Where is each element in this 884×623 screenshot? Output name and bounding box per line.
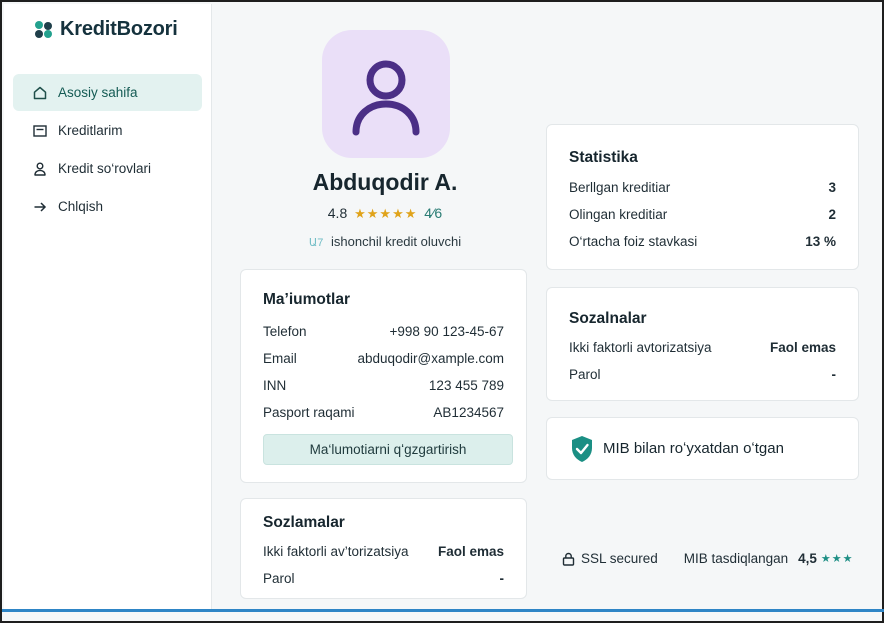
shield-check-icon: [572, 436, 592, 462]
ssl-label: SSL secured: [581, 551, 658, 566]
stats-label: O‘rtacha foiz stavkasi: [569, 234, 698, 249]
settings-value: Faol emas: [437, 544, 504, 559]
mib-score: 4,5: [798, 551, 817, 566]
settings-label: Parol: [569, 367, 601, 382]
settings-value: -: [831, 367, 837, 382]
info-row-passport: Pasport raqami AB1234567: [263, 405, 504, 420]
logo-icon: [35, 20, 53, 39]
sidebar-item-credits[interactable]: Kreditlarim: [13, 112, 202, 149]
info-card-title: Ma’iumotlar: [263, 291, 350, 308]
sidebar-item-label: Asosiy sahifa: [58, 85, 138, 100]
sidebar-nav: Asosiy sahifa Kreditlarim Kredit so‘rovl…: [13, 74, 202, 226]
info-card: Ma’iumotlar Telefon +998 90 123-45-67 Em…: [240, 269, 527, 483]
info-value: AB1234567: [433, 405, 504, 420]
info-value: abduqodir@xample.com: [357, 351, 504, 366]
user-avatar-icon: [352, 60, 420, 136]
settings-label: Ikki faktorli avtorizatsiya: [569, 340, 712, 355]
credit-card-icon: [32, 123, 48, 139]
stats-value: 13 %: [805, 234, 836, 249]
info-label: Telefon: [263, 324, 307, 339]
profile-name: Abduqodir A.: [312, 169, 458, 195]
info-row-email: Email abduqodir@xample.com: [263, 351, 504, 366]
info-value: 123 455 789: [428, 378, 504, 393]
tagline-text: ishonchil kredit oluvchi: [331, 234, 462, 249]
rating-value: 4.8: [327, 205, 348, 221]
bottom-accent-line: [2, 609, 884, 612]
profile-rating: 4.8 ★★★★★ 4⁄6: [240, 205, 530, 222]
sidebar-item-label: Chlqish: [58, 199, 104, 214]
mib-label: MIB tasdiqlangan: [683, 551, 789, 566]
rating-stars-icon: ★★★★★: [354, 206, 418, 221]
stats-row-taken: Olingan kreditiar 2: [569, 207, 836, 222]
arrow-right-icon: [32, 199, 48, 215]
settings-value: -: [499, 571, 505, 586]
info-label: Pasport raqami: [263, 405, 355, 420]
settings-label: Parol: [263, 571, 295, 586]
lock-icon: [562, 552, 575, 566]
settings-label: Ikki faktorli av’torizatsiya: [263, 544, 409, 559]
stats-card: Statistika Berllgan kreditiar 3 Olingan …: [546, 124, 859, 270]
stats-value: 3: [828, 180, 836, 195]
settings-value: Faol emas: [769, 340, 836, 355]
mib-registration-card: MIB bilan roʻyxatdan oʻtgan: [546, 417, 859, 480]
brand-logo[interactable]: KreditBozori: [35, 18, 178, 41]
settings-row-password[interactable]: Parol -: [569, 367, 836, 382]
badge-icon: Ա7: [308, 237, 324, 249]
stats-value: 2: [828, 207, 836, 222]
stats-title: Statistika: [569, 149, 638, 166]
settings-card-right: Sozalnalar Ikki faktorli avtorizatsiya F…: [546, 287, 859, 401]
sidebar-item-label: Kredit so‘rovlari: [58, 161, 152, 176]
info-label: INN: [263, 378, 287, 393]
avatar[interactable]: [322, 30, 450, 158]
settings-card-left: Sozlamalar Ikki faktorli av’torizatsiya …: [240, 498, 527, 599]
brand-name: KreditBozori: [60, 18, 178, 40]
home-icon: [32, 85, 48, 101]
settings-title: Sozalnalar: [569, 310, 647, 327]
profile-tagline: Ա7 ishonchil kredit oluvchi: [240, 234, 530, 249]
edit-info-button[interactable]: Ma‘lumotiarni qʻgzgartirish: [263, 434, 513, 465]
stats-label: Berllgan kreditiar: [569, 180, 671, 195]
stats-label: Olingan kreditiar: [569, 207, 668, 222]
mib-status-text: MIB bilan roʻyxatdan oʻtgan: [603, 440, 784, 457]
info-value: +998 90 123-45-67: [389, 324, 504, 339]
user-icon: [32, 161, 48, 177]
app-window: KreditBozori Asosiy sahifa Kreditlarim K…: [0, 0, 884, 623]
info-row-phone: Telefon +998 90 123-45-67: [263, 324, 504, 339]
mib-stars-icon: ★★★: [820, 553, 854, 565]
stats-row-given: Berllgan kreditiar 3: [569, 180, 836, 195]
sidebar-item-label: Kreditlarim: [58, 123, 123, 138]
sidebar-item-requests[interactable]: Kredit so‘rovlari: [13, 150, 202, 187]
stats-row-rate: O‘rtacha foiz stavkasi 13 %: [569, 234, 836, 249]
settings-row-password[interactable]: Parol -: [263, 571, 504, 586]
info-row-inn: INN 123 455 789: [263, 378, 504, 393]
sidebar-item-logout[interactable]: Chlqish: [13, 188, 202, 225]
sidebar-item-home[interactable]: Asosiy sahifa: [13, 74, 202, 111]
settings-row-2fa[interactable]: Ikki faktorli avtorizatsiya Faol emas: [569, 340, 836, 355]
trust-footer: SSL secured MIB tasdiqlangan 4,5 ★★★: [562, 551, 854, 566]
reviews-count[interactable]: 4⁄6: [424, 205, 442, 221]
info-label: Email: [263, 351, 297, 366]
sidebar: KreditBozori Asosiy sahifa Kreditlarim K…: [4, 4, 212, 610]
settings-row-2fa[interactable]: Ikki faktorli av’torizatsiya Faol emas: [263, 544, 504, 559]
settings-title: Sozlamalar: [263, 514, 345, 531]
